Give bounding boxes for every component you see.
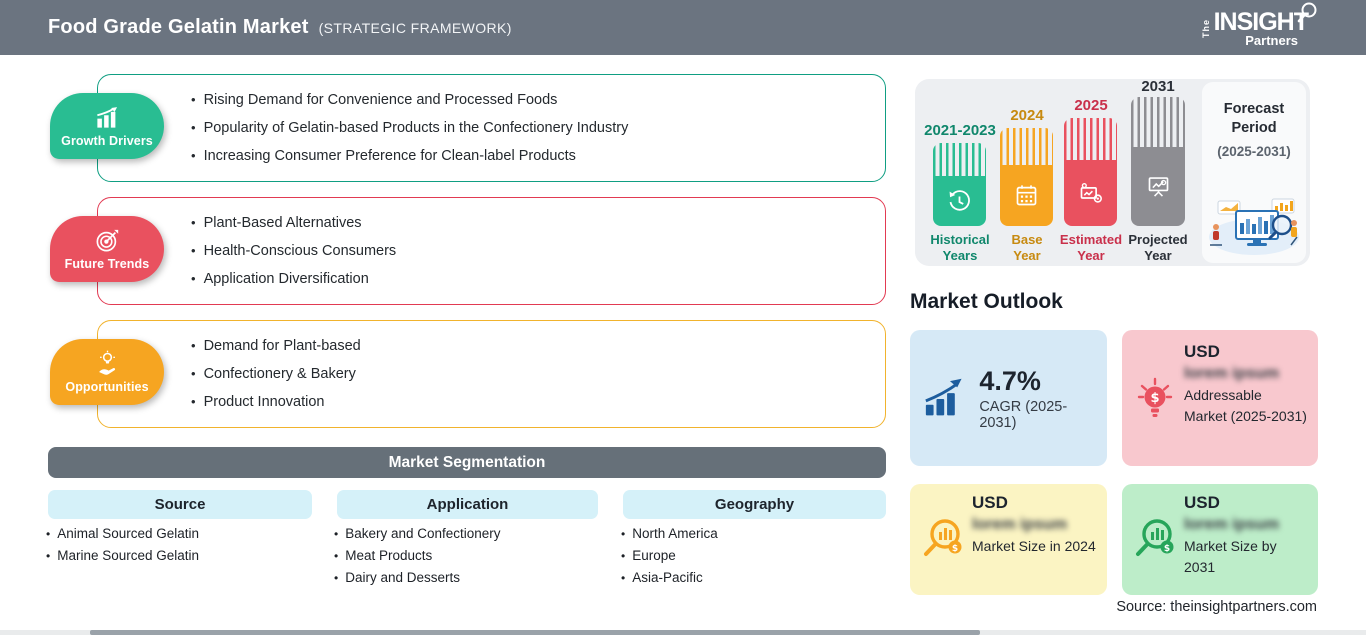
growth-drivers-list: Rising Demand for Convenience and Proces… (191, 92, 629, 164)
opportunities-list: Demand for Plant-based Confectionery & B… (191, 338, 361, 410)
calendar-icon (1016, 185, 1037, 206)
list-item: Popularity of Gelatin-based Products in … (191, 120, 629, 136)
forecast-title: Forecast Period (1223, 101, 1285, 136)
card-label: Market Size by 2031 (1184, 538, 1277, 575)
list-item: Animal Sourced Gelatin (46, 526, 199, 541)
timeline-caption: Projected Year (1128, 232, 1188, 263)
bulb-dollar-icon: $ (1137, 377, 1173, 417)
addressable-market-card: $ USD lorem ipsum Addressable Market (20… (1122, 330, 1318, 466)
source-note: Source: theinsightpartners.com (1116, 599, 1317, 615)
segment-header-application: Application (337, 490, 598, 519)
growth-drivers-box: Rising Demand for Convenience and Proces… (97, 74, 886, 182)
historical-years-bar (933, 143, 986, 226)
list-item: Application Diversification (191, 271, 396, 287)
market-size-2031-card: $ USD lorem ipsum Market Size by 2031 (1122, 484, 1318, 595)
page-title: Food Grade Gelatin Market (48, 16, 309, 38)
base-year-bar (1000, 128, 1053, 226)
projected-year-bar (1131, 97, 1185, 226)
masked-value: lorem ipsum (1184, 365, 1280, 382)
application-list: Bakery and Confectionery Meat Products D… (334, 526, 501, 585)
bar-chart-growth-icon (96, 107, 117, 128)
list-item: Health-Conscious Consumers (191, 243, 397, 259)
opportunities-box: Demand for Plant-based Confectionery & B… (97, 320, 886, 428)
masked-value: lorem ipsum (972, 516, 1068, 533)
card-label: Addressable Market (2025-2031) (1184, 387, 1307, 424)
segment-header-source: Source (48, 490, 312, 519)
card-label: Market Size in 2024 (972, 538, 1096, 554)
badge-label: Opportunities (65, 380, 149, 394)
list-item: Europe (621, 548, 718, 563)
logo-insight: INSIGHT (1213, 8, 1309, 36)
bulb-hand-icon (98, 350, 115, 375)
target-icon (96, 229, 118, 252)
estimated-year-bar (1064, 118, 1117, 226)
list-item: Bakery and Confectionery (334, 526, 500, 541)
bar-stripes (1064, 118, 1117, 160)
list-item: Rising Demand for Convenience and Proces… (191, 92, 628, 108)
badge-label: Future Trends (64, 257, 150, 271)
company-logo: The INSIGHT Partners (1200, 2, 1317, 48)
magnifier-chart-icon: $ (1136, 518, 1174, 556)
svg-text:$: $ (1164, 544, 1170, 554)
currency-label: USD (972, 493, 1008, 512)
forecast-period-panel: Forecast Period (2025-2031) (1202, 82, 1306, 263)
monitor-gear-icon (1080, 182, 1102, 203)
geography-list: North America Europe Asia-Pacific (621, 526, 718, 585)
page-subtitle: (STRATEGIC FRAMEWORK) (318, 20, 512, 36)
badge-label: Growth Drivers (61, 134, 153, 148)
growth-chart-icon (925, 378, 962, 416)
opportunities-badge: Opportunities (50, 339, 164, 405)
market-segmentation-bar: Market Segmentation (48, 447, 886, 478)
timeline-year: 2031 (1141, 78, 1175, 95)
future-trends-list: Plant-Based Alternatives Health-Consciou… (191, 215, 397, 287)
list-item: Increasing Consumer Preference for Clean… (191, 148, 628, 164)
masked-value: lorem ipsum (1184, 516, 1280, 533)
list-item: Product Innovation (191, 394, 361, 410)
growth-drivers-badge: Growth Drivers (50, 93, 164, 159)
magnifier-chart-icon: $ (924, 518, 962, 556)
list-item: Asia-Pacific (621, 570, 718, 585)
timeline-year: 2025 (1074, 97, 1108, 114)
timeline-panel: 2021-2023 2024 2025 2031 Historical Year… (915, 78, 1310, 266)
cagr-card: 4.7% CAGR (2025-2031) (910, 330, 1107, 466)
list-item: Confectionery & Bakery (191, 366, 361, 382)
header-titles: Food Grade Gelatin Market (STRATEGIC FRA… (48, 16, 512, 39)
logo-the: The (1200, 19, 1211, 39)
list-item: Marine Sourced Gelatin (46, 548, 199, 563)
timeline-year: 2021-2023 (924, 122, 996, 139)
bar-stripes (933, 143, 986, 176)
cagr-label: CAGR (2025-2031) (979, 398, 1068, 431)
currency-label: USD (1184, 493, 1220, 512)
magnifier-icon (1297, 2, 1317, 23)
source-list: Animal Sourced Gelatin Marine Sourced Ge… (46, 526, 199, 563)
svg-text:$: $ (952, 544, 958, 554)
clock-history-icon (949, 189, 970, 211)
scrollbar-thumb[interactable] (90, 630, 980, 635)
list-item: Meat Products (334, 548, 501, 563)
market-size-2024-card: $ USD lorem ipsum Market Size in 2024 (910, 484, 1107, 595)
list-item: Demand for Plant-based (191, 338, 361, 354)
bar-stripes (1131, 97, 1185, 147)
logo-right: INSIGHT Partners (1213, 2, 1317, 48)
segment-header-geography: Geography (623, 490, 886, 519)
svg-text:$: $ (1150, 391, 1159, 406)
report-slide: Food Grade Gelatin Market (STRATEGIC FRA… (0, 0, 1366, 635)
cagr-value: 4.7% (979, 365, 1041, 396)
future-trends-badge: Future Trends (50, 216, 164, 282)
forecast-range: (2025-2031) (1217, 144, 1291, 159)
bar-stripes (1000, 128, 1053, 165)
list-item: North America (621, 526, 718, 541)
future-trends-box: Plant-Based Alternatives Health-Consciou… (97, 197, 886, 305)
list-item: Plant-Based Alternatives (191, 215, 396, 231)
analytics-illustration (1209, 198, 1299, 255)
horizontal-scrollbar[interactable] (0, 630, 1366, 635)
presentation-icon (1148, 177, 1168, 197)
market-outlook-title: Market Outlook (910, 290, 1063, 313)
currency-label: USD (1184, 342, 1220, 361)
list-item: Dairy and Desserts (334, 570, 501, 585)
header-bar: Food Grade Gelatin Market (STRATEGIC FRA… (0, 0, 1366, 55)
